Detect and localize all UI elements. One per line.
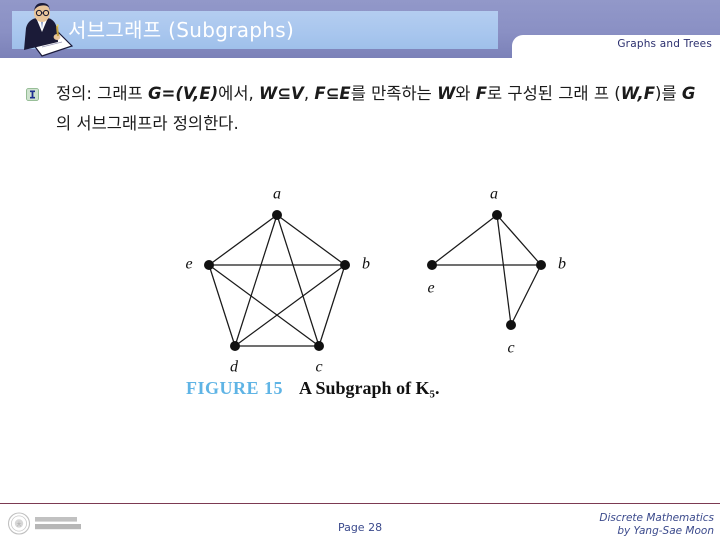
footer-divider xyxy=(0,503,720,504)
def-t6: 로 구성된 그래 xyxy=(487,84,589,103)
graph-vertex-label: b xyxy=(558,256,566,273)
definition-block: 정의: 그래프 G=(V,E)에서, W⊆V, F⊆E를 만족하는 W와 F로 … xyxy=(26,79,698,139)
def-t4: 를 만족하는 xyxy=(350,84,438,103)
graph-edge xyxy=(276,214,346,266)
graph-edge xyxy=(208,214,278,266)
def-t3: , xyxy=(303,84,315,103)
diamond-bullet-icon xyxy=(26,88,39,101)
def-t2: 에서, xyxy=(218,84,260,103)
definition-line1: 정의: 그래프 G=(V,E)에서, W⊆V, F⊆E를 만족하는 W와 F로 … xyxy=(56,84,594,103)
def-t1: 정의: 그래프 xyxy=(56,84,148,103)
person-writing-icon xyxy=(24,3,74,57)
def-t9: 의 서브그래프라 정의한다. xyxy=(56,114,239,133)
graph-edge xyxy=(234,214,278,347)
graph-vertex xyxy=(230,341,240,351)
graph-vertex-label: a xyxy=(273,186,281,203)
footer-credit: Discrete Mathematics by Yang-Sae Moon xyxy=(599,512,714,538)
def-t8: )를 xyxy=(655,84,682,103)
def-t7: 프 ( xyxy=(593,84,621,103)
def-f2: F xyxy=(475,84,487,103)
graph-edge xyxy=(510,264,542,326)
def-g2: G xyxy=(681,84,696,103)
graph-vertex xyxy=(204,260,214,270)
footer-credit-line2: by Yang-Sae Moon xyxy=(617,525,714,537)
graph-vertex xyxy=(340,260,350,270)
graph-vertex-label: e xyxy=(185,256,192,273)
graph-vertex xyxy=(506,320,516,330)
graph-edge xyxy=(276,214,320,347)
graph-vertex xyxy=(314,341,324,351)
graph-vertex-label: c xyxy=(315,359,322,376)
graph-vertex-label: a xyxy=(490,186,498,203)
figure-caption-number: FIGURE 15 xyxy=(186,378,284,398)
graph-edge xyxy=(208,264,236,347)
graph-vertex xyxy=(492,210,502,220)
def-w2: W xyxy=(437,84,456,103)
def-t5: 와 xyxy=(455,84,476,103)
figure-caption: FIGURE 15 A Subgraph of K₅. xyxy=(186,378,439,399)
slide-title: 서브그래프 (Subgraphs) xyxy=(68,18,295,42)
graph-vertex xyxy=(427,260,437,270)
graph-vertex-label: b xyxy=(362,256,370,273)
def-wf: W,F xyxy=(620,84,656,103)
graph-vertex-label: e xyxy=(427,280,434,297)
graph-vertex-label: d xyxy=(230,359,239,376)
graph-edge xyxy=(496,214,512,326)
footer-credit-line1: Discrete Mathematics xyxy=(599,512,714,524)
graph-edge xyxy=(431,214,498,266)
graph-edge xyxy=(496,214,542,266)
graph-edge xyxy=(318,264,346,347)
graph-vertex-label: c xyxy=(507,340,514,357)
subgraph: a b c e xyxy=(427,186,566,357)
figure-caption-title: A Subgraph of K₅. xyxy=(299,378,440,398)
def-w: W⊆V xyxy=(259,84,304,103)
graph-vertex xyxy=(272,210,282,220)
graph-edge xyxy=(234,264,346,347)
section-label: Graphs and Trees xyxy=(617,38,712,50)
definition-text: 정의: 그래프 G=(V,E)에서, W⊆V, F⊆E를 만족하는 W와 F로 … xyxy=(56,79,698,139)
def-g: G=(V,E) xyxy=(147,84,219,103)
def-f: F⊆E xyxy=(314,84,351,103)
K5-complete-graph: a b c d e xyxy=(185,186,370,376)
graph-edge xyxy=(208,264,320,347)
graph-vertex xyxy=(536,260,546,270)
